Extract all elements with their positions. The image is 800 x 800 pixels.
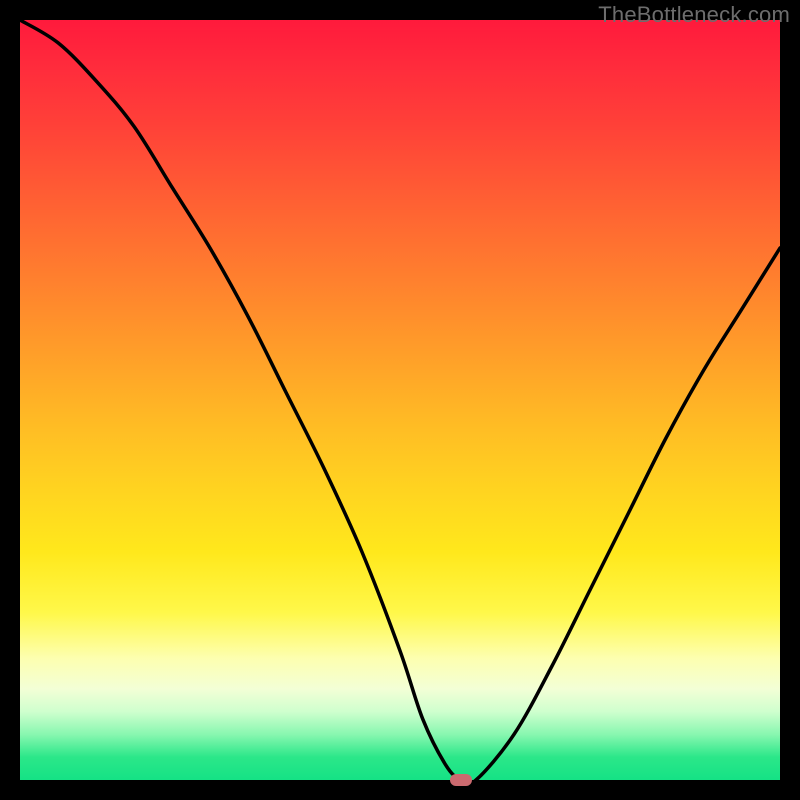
chart-frame: TheBottleneck.com xyxy=(0,0,800,800)
plot-area xyxy=(20,20,780,780)
watermark-text: TheBottleneck.com xyxy=(598,2,790,28)
bottleneck-curve xyxy=(20,20,780,780)
bottleneck-marker xyxy=(450,774,472,786)
